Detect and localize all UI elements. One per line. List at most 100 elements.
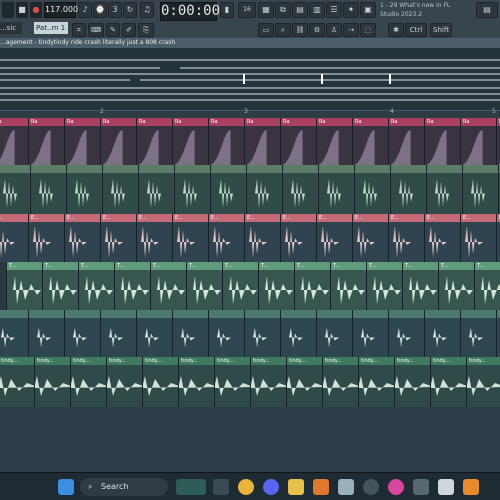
- audio-clip[interactable]: T...: [78, 262, 115, 310]
- camera-icon[interactable]: [413, 479, 429, 495]
- audio-clip[interactable]: T...: [186, 262, 223, 310]
- audio-clip[interactable]: Ra: [244, 118, 281, 165]
- tempo-display[interactable]: 117.000: [44, 2, 78, 18]
- mixer-icon[interactable]: ⧉: [275, 2, 291, 18]
- audio-clip[interactable]: tindy...: [394, 357, 431, 407]
- audio-clip[interactable]: tindy...: [322, 357, 359, 407]
- playlist-icon[interactable]: ▦: [258, 2, 274, 18]
- file-explorer-icon[interactable]: [288, 479, 304, 495]
- audio-clip[interactable]: E...: [136, 214, 173, 262]
- select-icon[interactable]: ⬚: [360, 23, 376, 37]
- ctrl-modifier-icon[interactable]: ✱: [388, 23, 404, 37]
- audio-clip[interactable]: Ra: [136, 118, 173, 165]
- audio-clip[interactable]: [136, 310, 173, 357]
- audio-clip[interactable]: T...: [474, 262, 500, 310]
- audio-clip[interactable]: Ra: [0, 118, 29, 165]
- audio-clip[interactable]: E...: [0, 214, 29, 262]
- audio-clip[interactable]: E...: [100, 214, 137, 262]
- audio-clip[interactable]: Ra: [352, 118, 389, 165]
- audio-clip[interactable]: tindy...: [430, 357, 467, 407]
- playlist-track[interactable]: RaRaRaRaRaRaRaRaRaRaRaRaRaRaRa: [0, 118, 500, 166]
- audio-clip[interactable]: [282, 165, 319, 214]
- audio-clip[interactable]: tindy...: [250, 357, 287, 407]
- audio-clip[interactable]: [0, 310, 29, 357]
- audio-clip[interactable]: [208, 310, 245, 357]
- zoom-icon[interactable]: ⌕: [275, 23, 291, 37]
- audio-clip[interactable]: T...: [258, 262, 295, 310]
- playlist-tool-icon[interactable]: ▭: [258, 23, 274, 37]
- metronome-icon[interactable]: ♪: [78, 2, 92, 18]
- record-button[interactable]: ●: [30, 2, 42, 18]
- audio-clip[interactable]: T...: [366, 262, 403, 310]
- pencil-icon[interactable]: ✎: [106, 23, 120, 37]
- audio-clip[interactable]: [172, 310, 209, 357]
- audio-clip[interactable]: tindy...: [70, 357, 107, 407]
- audio-clip[interactable]: Ra: [496, 118, 500, 165]
- audio-clip[interactable]: [354, 165, 391, 214]
- audio-clip[interactable]: T...: [438, 262, 475, 310]
- audio-clip[interactable]: T...: [330, 262, 367, 310]
- playlist-track[interactable]: E...E...E...E...E...E...E...E...E...E...…: [0, 214, 500, 263]
- audio-clip[interactable]: [0, 165, 31, 214]
- audio-clip[interactable]: T...: [294, 262, 331, 310]
- audio-clip[interactable]: E...: [460, 214, 497, 262]
- audio-clip[interactable]: T...: [6, 262, 43, 310]
- windows-start-icon[interactable]: [58, 479, 74, 495]
- obs-icon[interactable]: [363, 479, 379, 495]
- audio-clip[interactable]: tindy...: [34, 357, 71, 407]
- playlist-track[interactable]: tindy... tindy... tindy... tindy... tindy...…: [0, 357, 500, 408]
- audio-clip[interactable]: tindy...: [466, 357, 500, 407]
- audio-clip[interactable]: [316, 310, 353, 357]
- audio-clip[interactable]: tindy...: [106, 357, 143, 407]
- audio-clip[interactable]: Ra: [388, 118, 425, 165]
- audio-clip[interactable]: Ra: [172, 118, 209, 165]
- browser-icon[interactable]: ☰: [326, 2, 342, 18]
- audio-clip[interactable]: E...: [316, 214, 353, 262]
- audio-clip[interactable]: E...: [208, 214, 245, 262]
- save-icon[interactable]: ▣: [360, 2, 376, 18]
- audio-clip[interactable]: tindy...: [358, 357, 395, 407]
- audio-clip[interactable]: [246, 165, 283, 214]
- ctrl-button[interactable]: Ctrl: [405, 23, 427, 37]
- audio-clip[interactable]: [30, 165, 67, 214]
- news-icon[interactable]: ▤: [476, 2, 498, 18]
- audio-clip[interactable]: Ra: [100, 118, 137, 165]
- pattern-select[interactable]: Pat..rn 1: [34, 22, 68, 34]
- chrome-icon[interactable]: [238, 479, 254, 495]
- audio-clip[interactable]: [390, 165, 427, 214]
- song-mode-icon[interactable]: ♫: [140, 2, 154, 18]
- audio-clip[interactable]: Ra: [28, 118, 65, 165]
- audio-clip[interactable]: E...: [28, 214, 65, 262]
- audio-clip[interactable]: E...: [280, 214, 317, 262]
- audio-clip[interactable]: tindy...: [178, 357, 215, 407]
- v-app-icon[interactable]: [438, 479, 454, 495]
- empty-track-area[interactable]: [0, 407, 500, 473]
- playlist-track[interactable]: T... T... T... T... T... T... T... T... T... T...…: [0, 262, 500, 311]
- audio-clip[interactable]: E...: [64, 214, 101, 262]
- task-view-icon[interactable]: [213, 479, 229, 495]
- audio-clip[interactable]: [100, 310, 137, 357]
- audio-clip[interactable]: Ra: [316, 118, 353, 165]
- audio-clip[interactable]: [102, 165, 139, 214]
- audio-clip[interactable]: tindy...: [142, 357, 179, 407]
- tools-icon[interactable]: ⚙: [309, 23, 325, 37]
- channel-rack-icon[interactable]: ▥: [309, 2, 325, 18]
- audio-clip[interactable]: Ra: [424, 118, 461, 165]
- audio-clip[interactable]: [462, 165, 499, 214]
- shift-button[interactable]: Shift: [430, 23, 452, 37]
- audio-clip[interactable]: T...: [42, 262, 79, 310]
- audio-clip[interactable]: T...: [402, 262, 439, 310]
- stop-button[interactable]: ■: [16, 2, 28, 18]
- audio-clip[interactable]: [244, 310, 281, 357]
- audio-clip[interactable]: T...: [222, 262, 259, 310]
- discord-icon[interactable]: [263, 479, 279, 495]
- audio-clip[interactable]: tindy...: [0, 357, 35, 407]
- keyboard-icon[interactable]: ⌨: [88, 23, 104, 37]
- audio-clip[interactable]: [138, 165, 175, 214]
- plugin-icon[interactable]: ✦: [343, 2, 359, 18]
- audio-clip[interactable]: Ra: [208, 118, 245, 165]
- taskbar-search[interactable]: ⌕ Search: [80, 478, 168, 496]
- audio-clip[interactable]: [426, 165, 463, 214]
- audio-clip[interactable]: tindy...: [286, 357, 323, 407]
- loop-record-icon[interactable]: ↻: [123, 2, 137, 18]
